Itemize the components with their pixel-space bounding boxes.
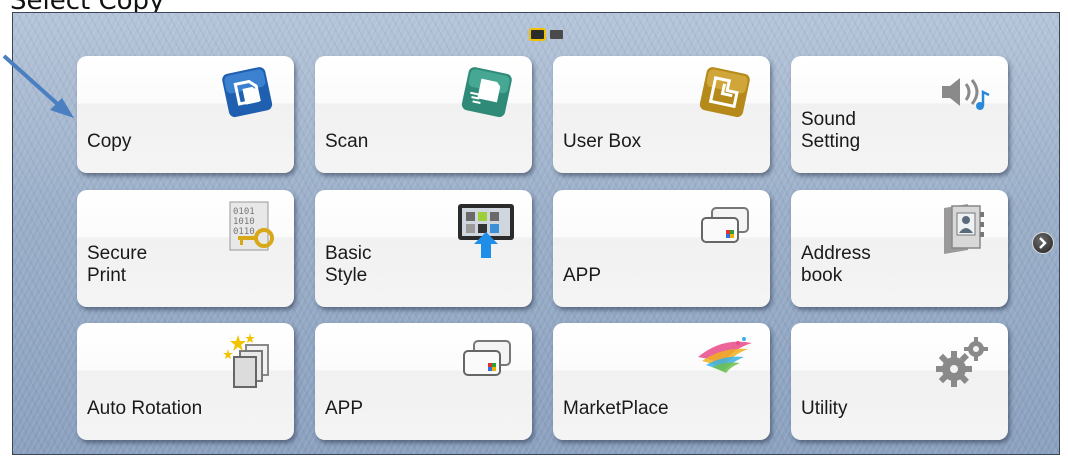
tile-label: Address book bbox=[801, 243, 871, 286]
tile-app[interactable]: APP bbox=[553, 190, 770, 307]
tile-label: Copy bbox=[87, 131, 132, 152]
tile-app-2[interactable]: APP bbox=[315, 323, 532, 440]
tile-label: User Box bbox=[563, 131, 642, 152]
auto-rotation-icon bbox=[216, 331, 280, 395]
next-page-button[interactable] bbox=[1032, 232, 1054, 254]
svg-text:0110: 0110 bbox=[233, 227, 255, 237]
tile-copy[interactable]: Copy bbox=[77, 56, 294, 173]
tile-utility[interactable]: Utility bbox=[791, 323, 1008, 440]
address-book-icon bbox=[930, 198, 994, 262]
gear-icon bbox=[930, 331, 994, 395]
tile-basic-style[interactable]: Basic Style bbox=[315, 190, 532, 307]
tile-label: APP bbox=[563, 265, 602, 286]
pointer-arrow-icon bbox=[0, 52, 80, 126]
basic-style-icon bbox=[454, 198, 518, 262]
user-box-icon bbox=[692, 64, 756, 128]
chevron-right-icon bbox=[1039, 237, 1047, 249]
tile-user-box[interactable]: User Box bbox=[553, 56, 770, 173]
tile-scan[interactable]: Scan bbox=[315, 56, 532, 173]
tile-address-book[interactable]: Address book bbox=[791, 190, 1008, 307]
tile-label: Secure Print bbox=[87, 243, 148, 286]
tile-secure-print[interactable]: 0101 1010 0110 Secure Print bbox=[77, 190, 294, 307]
tile-sound-setting[interactable]: Sound Setting bbox=[791, 56, 1008, 173]
page-dot-active[interactable] bbox=[531, 30, 544, 39]
speaker-icon bbox=[930, 64, 994, 128]
tile-label: Utility bbox=[801, 398, 848, 419]
scan-icon bbox=[454, 64, 518, 128]
tile-label: Auto Rotation bbox=[87, 398, 203, 419]
tile-label: Basic Style bbox=[325, 243, 372, 286]
tile-auto-rotation[interactable]: Auto Rotation bbox=[77, 323, 294, 440]
tile-label: Sound Setting bbox=[801, 109, 861, 152]
svg-text:1010: 1010 bbox=[233, 217, 255, 227]
tile-marketplace[interactable]: MarketPlace bbox=[553, 323, 770, 440]
tile-label: MarketPlace bbox=[563, 398, 669, 419]
page-dot-inactive[interactable] bbox=[550, 30, 563, 39]
tile-label: Scan bbox=[325, 131, 369, 152]
app-icon bbox=[454, 331, 518, 395]
secure-print-icon: 0101 1010 0110 bbox=[216, 198, 280, 262]
copy-icon bbox=[216, 64, 280, 128]
svg-text:0101: 0101 bbox=[233, 207, 255, 217]
marketplace-icon bbox=[692, 331, 756, 395]
tile-label: APP bbox=[325, 398, 364, 419]
app-icon bbox=[692, 198, 756, 262]
